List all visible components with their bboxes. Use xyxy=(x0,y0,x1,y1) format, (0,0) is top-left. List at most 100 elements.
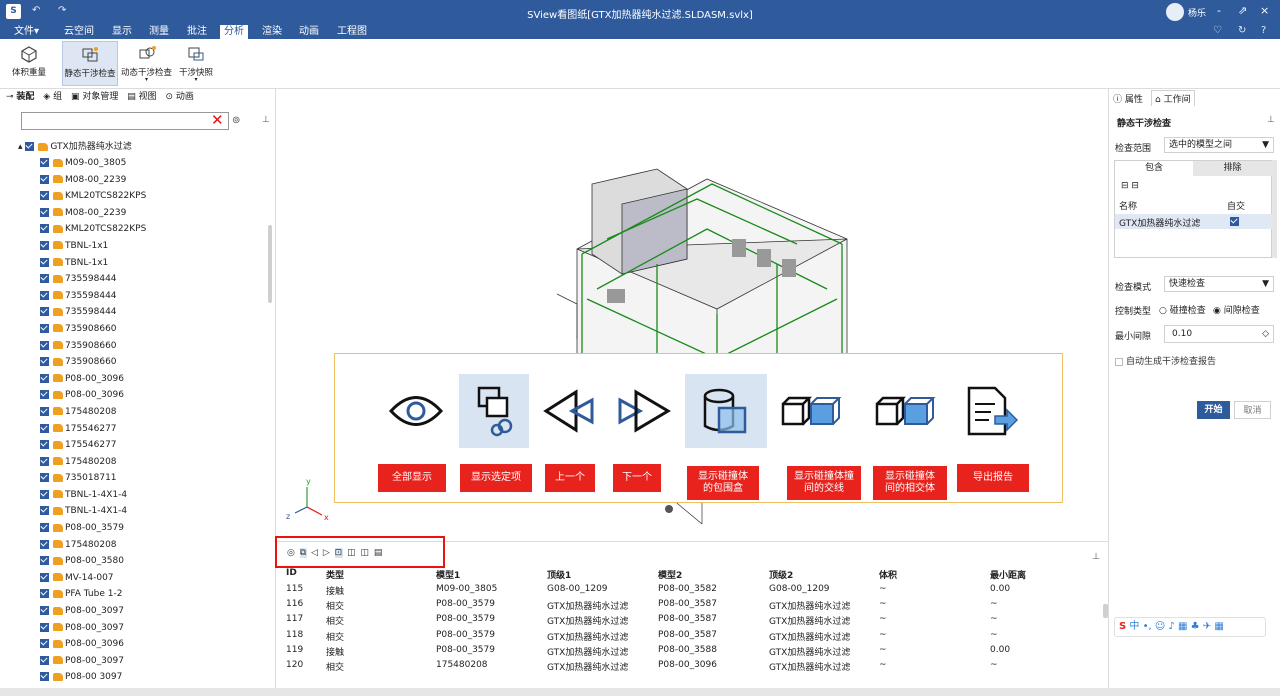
checkbox-icon[interactable] xyxy=(40,622,49,632)
checkbox-icon[interactable] xyxy=(40,174,49,184)
tree-item[interactable]: 175480208 xyxy=(40,454,146,471)
ime-toolbar[interactable]: S 中 •, ☺ ♪ ▦ ♣ ✈ ▦ xyxy=(1114,617,1266,637)
checkbox-icon[interactable] xyxy=(40,191,49,201)
tree-item[interactable]: P08-00_3097 xyxy=(40,653,146,670)
radio-collision[interactable]: ○ 碰撞检查 xyxy=(1159,303,1206,316)
next-icon[interactable] xyxy=(608,374,678,448)
scope-select[interactable]: 选中的模型之间 ▼ xyxy=(1164,137,1274,153)
tree-item[interactable]: 735908660 xyxy=(40,338,146,355)
checkbox-icon[interactable] xyxy=(40,158,49,167)
avatar[interactable] xyxy=(1166,3,1184,21)
show-selected-icon[interactable]: ⧉ xyxy=(299,548,308,558)
tree-item[interactable]: 175480208 xyxy=(40,537,146,554)
col-min-distance[interactable]: 最小距离 xyxy=(990,568,1026,581)
table-row[interactable]: 116 相交 P08-00_3579 GTX加热器纯水过滤 P08-00_3587 GTX… xyxy=(286,599,1086,614)
radio-clearance[interactable]: ◉ 间隙检查 xyxy=(1213,303,1260,316)
export-report-icon[interactable]: ▤ xyxy=(374,548,384,558)
search-input[interactable] xyxy=(21,112,229,130)
menu-analysis[interactable]: 分析 xyxy=(220,25,248,39)
checkbox-icon[interactable] xyxy=(40,506,49,516)
checkbox-icon[interactable] xyxy=(40,572,49,582)
tree-item[interactable]: PFA Tube 1-2 xyxy=(40,586,146,603)
prev-icon[interactable]: ◁ xyxy=(311,548,319,558)
tab-include[interactable]: 包含 xyxy=(1115,161,1193,176)
checkbox-icon[interactable] xyxy=(40,523,49,533)
tree-scrollbar[interactable] xyxy=(268,225,272,303)
tree-item[interactable]: TBNL-1-4X1-4 xyxy=(40,487,146,504)
tree-item[interactable]: 735598444 xyxy=(40,271,146,288)
show-selected-icon[interactable] xyxy=(459,374,529,448)
tab-properties[interactable]: ⓘ 属性 xyxy=(1113,92,1143,105)
col-id[interactable]: ID xyxy=(286,568,297,578)
col-top2[interactable]: 顶级2 xyxy=(769,568,793,581)
menu-cloud[interactable]: 云空间 xyxy=(64,25,94,38)
min-gap-stepper[interactable]: 0.10 ◇ xyxy=(1164,325,1274,343)
table-row[interactable]: 119 接触 P08-00_3579 GTX加热器纯水过滤 P08-00_3588 GTX… xyxy=(286,645,1086,660)
tree-item[interactable]: KML20TCS822KPS xyxy=(40,188,146,205)
checkbox-icon[interactable] xyxy=(40,456,49,466)
tree-item[interactable]: M08-00_2239 xyxy=(40,172,146,189)
tree-item[interactable]: P08-00_3579 xyxy=(40,520,146,537)
pin-icon[interactable]: ⊥ xyxy=(262,115,270,125)
checkbox-icon[interactable] xyxy=(40,390,49,400)
dynamic-interference-button[interactable]: 动态干涉检查 ▾ xyxy=(119,41,174,86)
tree-item[interactable]: 175480208 xyxy=(40,404,146,421)
tree-item[interactable]: 175546277 xyxy=(40,437,146,454)
menu-file[interactable]: 文件▾ xyxy=(14,25,39,38)
checkbox-icon[interactable] xyxy=(40,373,49,383)
checkbox-icon[interactable] xyxy=(1230,217,1239,226)
checkbox-icon[interactable] xyxy=(40,423,49,433)
start-button[interactable]: 开始 xyxy=(1197,401,1230,419)
tree-item[interactable]: P08-00 3097 xyxy=(40,669,146,686)
prev-icon[interactable] xyxy=(538,374,608,448)
static-interference-button[interactable]: 静态干涉检查 xyxy=(62,41,118,86)
menu-measure[interactable]: 测量 xyxy=(149,25,169,38)
table-row[interactable]: 115 接触 M09-00_3805 G08-00_1209 P08-00_3582 G0… xyxy=(286,584,1086,599)
tree-item[interactable]: TBNL-1x1 xyxy=(40,238,146,255)
col-model2[interactable]: 模型2 xyxy=(658,568,682,581)
restore-button[interactable]: ⇗ xyxy=(1238,4,1247,17)
menu-animation[interactable]: 动画 xyxy=(299,25,319,38)
list-item[interactable]: GTX加热器纯水过滤 xyxy=(1115,214,1272,229)
tree-item[interactable]: P08-00_3096 xyxy=(40,636,146,653)
tree-item[interactable]: P08-00_3096 xyxy=(40,371,146,388)
tab-view[interactable]: ▤ 视图 xyxy=(127,92,156,102)
menu-drawing[interactable]: 工程图 xyxy=(337,25,367,38)
eye-icon[interactable]: ◎ xyxy=(287,548,296,558)
checkbox-icon[interactable] xyxy=(40,307,49,317)
table-row[interactable]: 118 相交 P08-00_3579 GTX加热器纯水过滤 P08-00_3587 GTX… xyxy=(286,630,1086,645)
tree-item[interactable]: TBNL-1x1 xyxy=(40,255,146,272)
checkbox-icon[interactable] xyxy=(40,240,49,250)
tab-exclude[interactable]: 排除 xyxy=(1193,161,1272,176)
bounding-box-icon[interactable]: ⊡ xyxy=(334,548,344,558)
tree-item[interactable]: P08-00_3097 xyxy=(40,620,146,637)
checkbox-icon[interactable] xyxy=(40,440,49,450)
checkbox-icon[interactable] xyxy=(40,323,49,333)
tree-item[interactable]: M09-00_3805 xyxy=(40,155,146,172)
volume-weight-button[interactable]: 体积重量 xyxy=(8,41,50,86)
tree-item[interactable]: MV-14-007 xyxy=(40,570,146,587)
list-scrollbar[interactable] xyxy=(1272,160,1277,258)
tree-item[interactable]: 735908660 xyxy=(40,321,146,338)
pin-icon[interactable]: ⊥ xyxy=(1092,552,1100,562)
intersect-volume-icon[interactable]: ◫ xyxy=(360,548,370,558)
next-icon[interactable]: ▷ xyxy=(323,548,331,558)
tree-item[interactable]: 735018711 xyxy=(40,470,146,487)
close-button[interactable]: × xyxy=(1260,4,1269,17)
checkbox-icon[interactable] xyxy=(40,539,49,549)
export-report-icon[interactable] xyxy=(955,374,1025,448)
tree-item[interactable]: M08-00_2239 xyxy=(40,205,146,222)
checkbox-icon[interactable] xyxy=(40,274,49,284)
checkbox-icon[interactable] xyxy=(40,257,49,267)
checkbox-icon[interactable] xyxy=(40,556,49,566)
intersect-volume-icon[interactable] xyxy=(869,374,939,448)
checkbox-icon[interactable] xyxy=(40,606,49,616)
tree-item[interactable]: KML20TCS822KPS xyxy=(40,221,146,238)
table-row[interactable]: 117 相交 P08-00_3579 GTX加热器纯水过滤 P08-00_3587 GTX… xyxy=(286,614,1086,629)
minimize-button[interactable]: - xyxy=(1217,4,1221,17)
settings-icon[interactable]: ⊚ xyxy=(232,115,240,126)
auto-report-checkbox[interactable]: 自动生成干涉检查报告 xyxy=(1115,354,1216,367)
tree-item[interactable]: P08-00_3097 xyxy=(40,603,146,620)
checkbox-icon[interactable] xyxy=(40,655,49,665)
help-icon[interactable]: ? xyxy=(1261,25,1266,36)
